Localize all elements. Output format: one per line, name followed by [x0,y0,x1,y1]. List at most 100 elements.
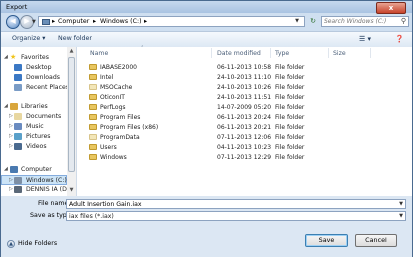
nav-desktop[interactable]: Desktop [1,63,67,73]
column-separator[interactable] [328,48,329,58]
column-separator[interactable] [270,48,271,58]
table-row[interactable]: ProgramData 07-11-2013 12:06 File folder [78,133,412,142]
nav-videos[interactable]: ▷ Videos [1,142,67,152]
file-date: 24-10-2013 11:51 [217,94,272,101]
pictures-icon [14,133,22,140]
window-title: Export [6,3,28,11]
table-row[interactable]: IABASE2000 06-11-2013 10:58 File folder [78,63,412,72]
nav-label: Libraries [21,103,48,110]
collapse-icon[interactable]: ◢ [4,54,8,60]
table-row[interactable]: Windows 07-11-2013 12:29 File folder [78,153,412,162]
folder-icon [89,134,97,140]
nav-music[interactable]: ▷ Music [1,122,67,132]
file-name-dropdown-icon[interactable]: ▼ [399,201,403,207]
collapse-icon[interactable]: ◢ [4,103,8,109]
folder-icon [89,64,97,70]
nav-dennis-ia-d[interactable]: ▷ DENNIS IA (D:) [1,185,71,195]
save-button[interactable]: Save [305,234,348,247]
breadcrumb-windows-c[interactable]: Windows (C:) [100,18,142,25]
file-name-input[interactable] [69,200,399,208]
address-dropdown-icon[interactable]: ▼ [295,18,299,24]
column-separator[interactable] [211,48,212,58]
nav-libraries[interactable]: ◢ Libraries [1,102,67,112]
new-folder-button[interactable]: New folder [58,35,92,42]
hide-folders-label: Hide Folders [18,240,58,247]
recent-locations-dropdown[interactable]: ▼ [32,19,36,25]
search-input[interactable] [324,17,396,26]
nav-downloads[interactable]: Downloads [1,73,67,83]
table-row[interactable]: Program Files 06-11-2013 20:24 File fold… [78,113,412,122]
file-type: File folder [275,64,305,71]
folder-icon [89,124,97,130]
search-icon[interactable]: ⚲ [401,17,406,25]
help-icon[interactable]: ❓ [395,35,404,43]
breadcrumb-computer[interactable]: Computer [58,18,89,25]
toolbar: Organize ▾ New folder ☰ ▾ ❓ [1,31,412,48]
nav-label: Downloads [26,74,60,81]
expand-icon[interactable]: ▷ [9,143,13,149]
expand-icon[interactable]: ▷ [9,123,13,129]
column-name[interactable]: Name [90,50,108,57]
save-as-type-select[interactable]: iax files (*.iax) ▼ [66,211,406,221]
address-bar[interactable]: ▸ Computer ▸ Windows (C:) ▸ ▼ [38,16,305,27]
documents-icon [14,113,22,120]
nav-windows-c[interactable]: ▷ Windows (C:) [1,175,67,185]
navigation-scrollbar[interactable]: ▲ ▼ [67,47,76,196]
table-row[interactable]: Intel 24-10-2013 11:10 File folder [78,73,412,82]
cancel-button[interactable]: Cancel [355,234,397,247]
nav-documents[interactable]: ▷ Documents [1,112,67,122]
refresh-icon[interactable]: ↻ [307,16,319,27]
expand-icon[interactable]: ▷ [9,177,13,183]
file-type: File folder [275,84,305,91]
sort-indicator-icon: ˆ [141,46,144,52]
scrollbar-thumb[interactable] [68,57,75,172]
drive-icon [14,177,22,184]
expand-icon[interactable]: ▷ [9,186,13,192]
collapse-icon[interactable]: ◢ [4,166,8,172]
file-name: Users [100,144,117,151]
nav-favorites[interactable]: ◢ ★ Favorites [1,53,67,63]
organize-button[interactable]: Organize ▾ [12,35,45,42]
column-separator[interactable] [370,48,371,58]
nav-pictures[interactable]: ▷ Pictures [1,132,67,142]
file-date: 07-11-2013 12:06 [217,134,272,141]
nav-label: Music [26,123,44,130]
breadcrumb-separator-icon: ▸ [93,18,97,25]
desktop-icon [14,64,22,71]
file-name: Windows [100,154,127,161]
column-date-modified[interactable]: Date modified [217,50,261,57]
computer-icon [42,19,50,25]
nav-computer[interactable]: ◢ Computer [1,165,67,175]
expand-icon[interactable]: ▷ [9,113,13,119]
scroll-up-icon[interactable]: ▲ [67,48,76,54]
column-type[interactable]: Type [275,50,289,57]
file-name: IABASE2000 [100,64,137,71]
table-row[interactable]: Users 04-11-2013 10:23 File folder [78,143,412,152]
column-size[interactable]: Size [333,50,346,57]
back-button[interactable]: ◀ [6,15,20,29]
file-type: File folder [275,114,305,121]
file-name-field[interactable]: ▼ [66,199,406,209]
expand-icon[interactable]: ▷ [9,133,13,139]
scroll-down-icon[interactable]: ▼ [67,187,76,193]
file-date: 24-10-2013 10:26 [217,84,272,91]
table-row[interactable]: MSOCache 24-10-2013 10:26 File folder [78,83,412,92]
folder-icon [89,154,97,160]
videos-icon [14,143,22,150]
folder-icon [89,94,97,100]
file-type: File folder [275,124,305,131]
nav-recent-places[interactable]: Recent Places [1,83,70,93]
table-row[interactable]: OticonIT 24-10-2013 11:51 File folder [78,93,412,102]
folder-icon [89,144,97,150]
table-row[interactable]: Program Files (x86) 06-11-2013 20:21 Fil… [78,123,412,132]
nav-label: Recent Places [26,84,70,91]
file-date: 04-11-2013 10:23 [217,144,272,151]
file-list: Name ˆ Date modified Type Size IABASE200… [78,46,412,196]
view-options-icon[interactable]: ☰ ▾ [359,35,371,43]
search-box[interactable]: ⚲ [321,16,409,27]
save-as-type-dropdown-icon[interactable]: ▼ [399,213,403,219]
file-type: File folder [275,104,305,111]
file-date: 14-07-2009 05:20 [217,104,272,111]
table-row[interactable]: PerfLogs 14-07-2009 05:20 File folder [78,103,412,112]
file-name: Program Files (x86) [100,124,159,131]
